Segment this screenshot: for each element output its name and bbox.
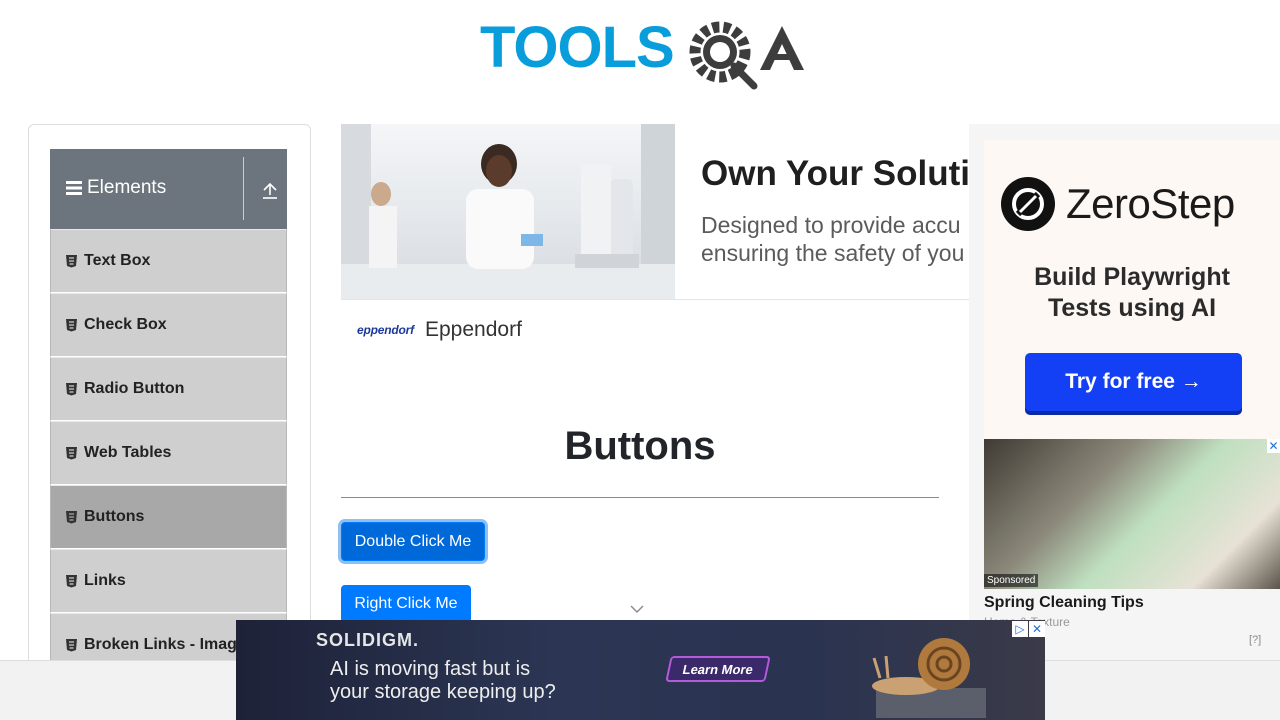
learn-more-button[interactable]: Learn More — [665, 656, 771, 682]
header-divider — [243, 157, 244, 220]
sidebar-item-label: Web Tables — [84, 444, 172, 461]
bottom-ad-banner[interactable]: SOLIDIGM. AI is moving fast but is your … — [236, 620, 1045, 720]
html5-icon — [66, 639, 77, 652]
toolsqa-logo[interactable]: TOOLS — [480, 14, 805, 92]
page-title: Buttons — [564, 424, 716, 468]
sidebar-menu: Text Box Check Box Radio Button Web Tabl… — [50, 229, 287, 677]
sidebar-item-radio-button[interactable]: Radio Button — [50, 357, 287, 421]
ad-lab-photo — [341, 124, 675, 299]
sidebar-item-check-box[interactable]: Check Box — [50, 293, 287, 357]
chevron-down-icon[interactable] — [630, 604, 644, 614]
title-divider — [341, 497, 939, 498]
svg-text:TOOLS: TOOLS — [480, 15, 674, 80]
html5-icon — [66, 575, 77, 588]
group-title: Elements — [66, 177, 166, 199]
zerostep-logo-icon — [1001, 177, 1055, 231]
html5-icon — [66, 383, 77, 396]
ad-brand-row[interactable]: eppendorf Eppendorf — [341, 318, 522, 342]
ad-body-line: Designed to provide accu — [701, 212, 961, 238]
zerostep-brand: ZeroStep — [1066, 180, 1235, 227]
right-click-button[interactable]: Right Click Me — [341, 585, 471, 623]
content-ad-banner[interactable]: Own Your Solution Designed to provide ac… — [341, 124, 971, 300]
sidebar-item-label: Broken Links - Images — [84, 636, 255, 653]
solidigm-brand: SOLIDIGM. — [316, 630, 419, 650]
adchoices-icon[interactable]: ▷ — [1012, 621, 1028, 637]
sidebar-item-buttons[interactable]: Buttons — [50, 485, 287, 549]
page: TOOLS Elements Text Box Check Box Radio … — [0, 0, 1280, 720]
sidebar-item-label: Links — [84, 572, 126, 589]
try-for-free-button[interactable]: Try for free → — [1025, 353, 1242, 411]
collapse-up-icon[interactable] — [262, 180, 278, 200]
html5-icon — [66, 319, 77, 332]
ad-brand-name: Eppendorf — [425, 318, 522, 341]
lab-scene-image — [341, 124, 675, 299]
zerostep-tagline: Build Playwright Tests using AI — [984, 262, 1280, 324]
bottom-ad-line: AI is moving fast but is — [330, 658, 531, 680]
close-icon[interactable]: ✕ — [1029, 621, 1045, 637]
sidebar-item-web-tables[interactable]: Web Tables — [50, 421, 287, 485]
ad-body-line: ensuring the safety of you — [701, 240, 965, 266]
elements-group-header[interactable]: Elements — [50, 149, 287, 229]
html5-icon — [66, 447, 77, 460]
ad-body: Designed to provide accu ensuring the sa… — [701, 211, 971, 267]
sidebar-item-label: Check Box — [84, 316, 167, 333]
bottom-ad-controls: ▷ ✕ — [1012, 621, 1045, 637]
menu-icon — [66, 181, 82, 195]
html5-icon — [66, 511, 77, 524]
snail-image — [872, 638, 986, 718]
sponsored-title[interactable]: Spring Cleaning Tips — [984, 594, 1144, 612]
sidebar-item-label: Text Box — [84, 252, 151, 269]
ad-info-label[interactable]: [?] — [1249, 634, 1261, 646]
sidebar-item-text-box[interactable]: Text Box — [50, 229, 287, 293]
sidebar-item-label: Radio Button — [84, 380, 185, 397]
tagline-line: Build Playwright — [1034, 263, 1230, 291]
sidebar-item-label: Buttons — [84, 508, 145, 525]
sponsored-image[interactable] — [984, 439, 1280, 589]
tagline-line: Tests using AI — [1047, 294, 1217, 322]
double-click-button[interactable]: Double Click Me — [341, 522, 485, 561]
ad-headline: Own Your Solution — [701, 154, 971, 193]
close-icon[interactable]: ✕ — [1267, 439, 1280, 453]
eppendorf-logo: eppendorf — [357, 323, 414, 337]
bottom-ad-line: your storage keeping up? — [330, 681, 556, 703]
sidebar-item-links[interactable]: Links — [50, 549, 287, 613]
bottom-ad-text: AI is moving fast but is your storage ke… — [330, 658, 556, 704]
html5-icon — [66, 255, 77, 268]
sponsored-badge: Sponsored — [984, 574, 1039, 587]
group-title-label: Elements — [87, 177, 167, 198]
